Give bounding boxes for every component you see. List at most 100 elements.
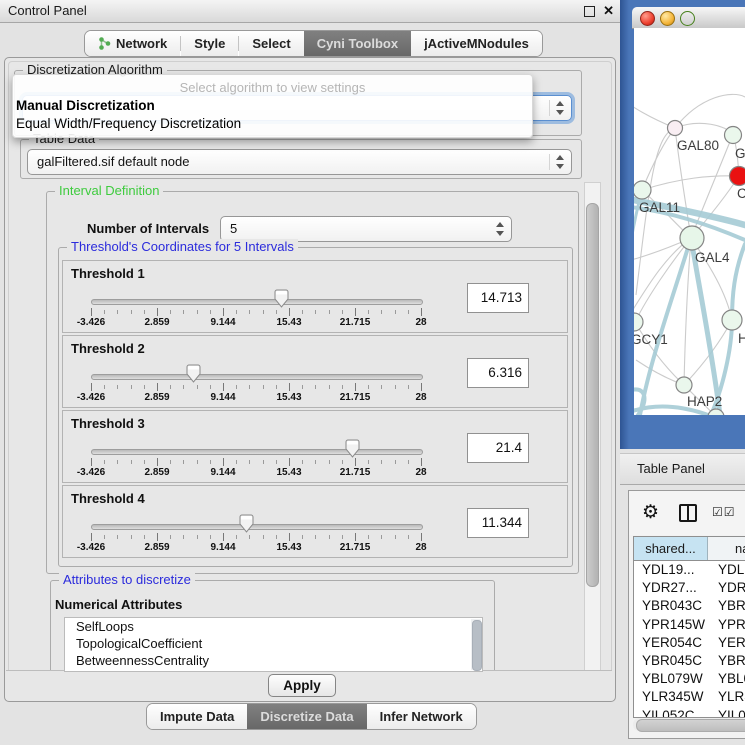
table-data-combobox[interactable]: galFiltered.sif default node — [27, 149, 572, 175]
table-row[interactable]: YBR045C YBR0 — [634, 652, 745, 670]
scrollbar-thumb[interactable] — [586, 203, 599, 587]
dropdown-option-manual[interactable]: Manual Discretization — [16, 98, 155, 113]
network-node[interactable] — [676, 377, 692, 393]
tab-select-label: Select — [252, 36, 290, 51]
cell-name[interactable]: YDL1 — [718, 562, 745, 577]
network-node[interactable] — [725, 127, 742, 144]
cell-name[interactable]: YBR0 — [718, 598, 745, 613]
slider-ticks — [91, 533, 421, 542]
cell-shared-name[interactable]: YDL19... — [642, 562, 695, 577]
tab-infer-network[interactable]: Infer Network — [367, 704, 476, 729]
threshold-slider-track[interactable] — [91, 524, 423, 530]
tab-network-label: Network — [116, 36, 167, 51]
table-hscroll-thumb[interactable] — [636, 719, 745, 732]
threshold-slider-thumb[interactable] — [239, 514, 254, 533]
cell-shared-name[interactable]: YDR27... — [642, 580, 697, 595]
table-row[interactable]: YDL19... YDL1 — [634, 561, 745, 579]
vertical-scrollbar[interactable] — [584, 182, 601, 672]
combo-stepper-icon[interactable] — [554, 99, 566, 117]
threshold-slider-track[interactable] — [91, 299, 423, 305]
attribute-list-item[interactable]: SelfLoops — [65, 618, 482, 635]
network-node[interactable] — [722, 310, 742, 330]
tab-cyni-toolbox[interactable]: Cyni Toolbox — [304, 31, 411, 56]
table-row[interactable]: YPR145W YPR1 — [634, 616, 745, 634]
zoom-traffic-light[interactable] — [680, 11, 695, 26]
network-node-label: GAL4 — [695, 250, 730, 265]
gear-icon[interactable]: ⚙ — [642, 501, 659, 524]
threshold-value-field[interactable]: 11.344 — [467, 508, 529, 538]
table-header-row: shared... na — [634, 537, 745, 561]
tab-impute-data[interactable]: Impute Data — [147, 704, 247, 729]
column-header-name[interactable]: na — [735, 537, 745, 560]
num-intervals-value: 5 — [230, 221, 237, 236]
attribute-list-item[interactable]: TopologicalCoefficient — [65, 635, 482, 652]
threshold-value-field[interactable]: 6.316 — [467, 358, 529, 388]
spinner-stepper-icon[interactable] — [494, 220, 506, 238]
tab-jactivemnodules[interactable]: jActiveMNodules — [411, 31, 542, 56]
checkbox-icons[interactable]: ☑☑ — [712, 505, 736, 519]
cell-name[interactable]: YBL0 — [718, 671, 745, 686]
cell-name[interactable]: YLR3 — [718, 689, 745, 704]
threshold-slider-thumb[interactable] — [274, 289, 289, 308]
tab-select[interactable]: Select — [239, 31, 303, 56]
close-icon[interactable]: ✕ — [603, 3, 614, 19]
float-window-icon[interactable] — [584, 6, 595, 17]
table-row[interactable]: YER054C YER0 — [634, 634, 745, 652]
table-panel-container: ⚙ ☑☑ shared... na YDL19...YDL1YDR27...YD… — [628, 490, 745, 739]
column-header-shared-name[interactable]: shared... — [634, 537, 708, 560]
close-traffic-light[interactable] — [640, 11, 655, 26]
network-node[interactable] — [634, 313, 643, 331]
attributes-scrollbar[interactable] — [471, 619, 481, 670]
dropdown-hint[interactable]: Select algorithm to view settings — [13, 80, 532, 95]
cell-name[interactable]: YER0 — [718, 635, 745, 650]
cell-name[interactable]: YPR1 — [718, 617, 745, 632]
network-node[interactable] — [680, 226, 704, 250]
cell-name[interactable]: YDR2 — [718, 580, 745, 595]
threshold-slider-track[interactable] — [91, 449, 423, 455]
attribute-list-item[interactable]: BetweennessCentrality — [65, 652, 482, 669]
combo-divider — [549, 154, 550, 170]
cell-shared-name[interactable]: YLR345W — [642, 689, 704, 704]
numerical-attributes-list[interactable]: SelfLoopsTopologicalCoefficientBetweenne… — [64, 617, 483, 672]
algorithm-dropdown-popup: Select algorithm to view settings Manual… — [12, 74, 533, 138]
network-node[interactable] — [730, 167, 745, 186]
node-attribute-table[interactable]: shared... na YDL19... YDL1 YDR27... YDR2 YBR… — [633, 536, 745, 718]
threshold-value-field[interactable]: 21.4 — [467, 433, 529, 463]
table-row[interactable]: YLR345W YLR3 — [634, 688, 745, 706]
tab-style[interactable]: Style — [181, 31, 238, 56]
tab-network[interactable]: Network — [85, 31, 180, 56]
network-node[interactable] — [668, 121, 683, 136]
table-row[interactable]: YDR27... YDR2 — [634, 579, 745, 597]
network-node-label: H — [738, 331, 745, 346]
threshold-slider-track[interactable] — [91, 374, 423, 380]
minimize-traffic-light[interactable] — [660, 11, 675, 26]
network-node[interactable] — [634, 181, 651, 199]
combo-stepper-icon[interactable] — [554, 153, 566, 171]
cell-shared-name[interactable]: YPR145W — [642, 617, 705, 632]
cell-name[interactable]: YBR0 — [718, 653, 745, 668]
table-row[interactable]: YIL052C YIL0 — [634, 707, 745, 719]
threshold-value-field[interactable]: 14.713 — [467, 283, 529, 313]
cell-shared-name[interactable]: YER054C — [642, 635, 702, 650]
slider-tick-labels: -3.4262.8599.14415.4321.71528 — [91, 317, 421, 329]
threshold-slider-thumb[interactable] — [186, 364, 201, 383]
network-node-label: GA — [735, 146, 745, 161]
cell-shared-name[interactable]: YBL079W — [642, 671, 703, 686]
tab-discretize-data[interactable]: Discretize Data — [247, 704, 366, 729]
cell-name[interactable]: YIL0 — [718, 708, 745, 719]
threshold-slider-thumb[interactable] — [345, 439, 360, 458]
table-row[interactable]: YBL079W YBL0 — [634, 670, 745, 688]
network-canvas[interactable]: GAL80GACGAL11GAL4GCY1HHAP2 — [634, 28, 745, 415]
attributes-scrollbar-thumb[interactable] — [472, 620, 482, 671]
cell-shared-name[interactable]: YBR043C — [642, 598, 702, 613]
cell-shared-name[interactable]: YIL052C — [642, 708, 695, 719]
network-window-titlebar[interactable] — [632, 7, 745, 29]
table-horizontal-scrollbar[interactable] — [633, 718, 745, 731]
dropdown-option-equal-width[interactable]: Equal Width/Frequency Discretization — [16, 116, 241, 131]
threshold-label: Threshold 2 — [71, 341, 145, 356]
cell-shared-name[interactable]: YBR045C — [642, 653, 702, 668]
table-row[interactable]: YBR043C YBR0 — [634, 597, 745, 615]
apply-button[interactable]: Apply — [268, 674, 336, 697]
columns-icon[interactable] — [679, 504, 697, 522]
threshold-panel: Threshold 3 -3.4262.8599.14415.4321.7152… — [62, 410, 568, 483]
